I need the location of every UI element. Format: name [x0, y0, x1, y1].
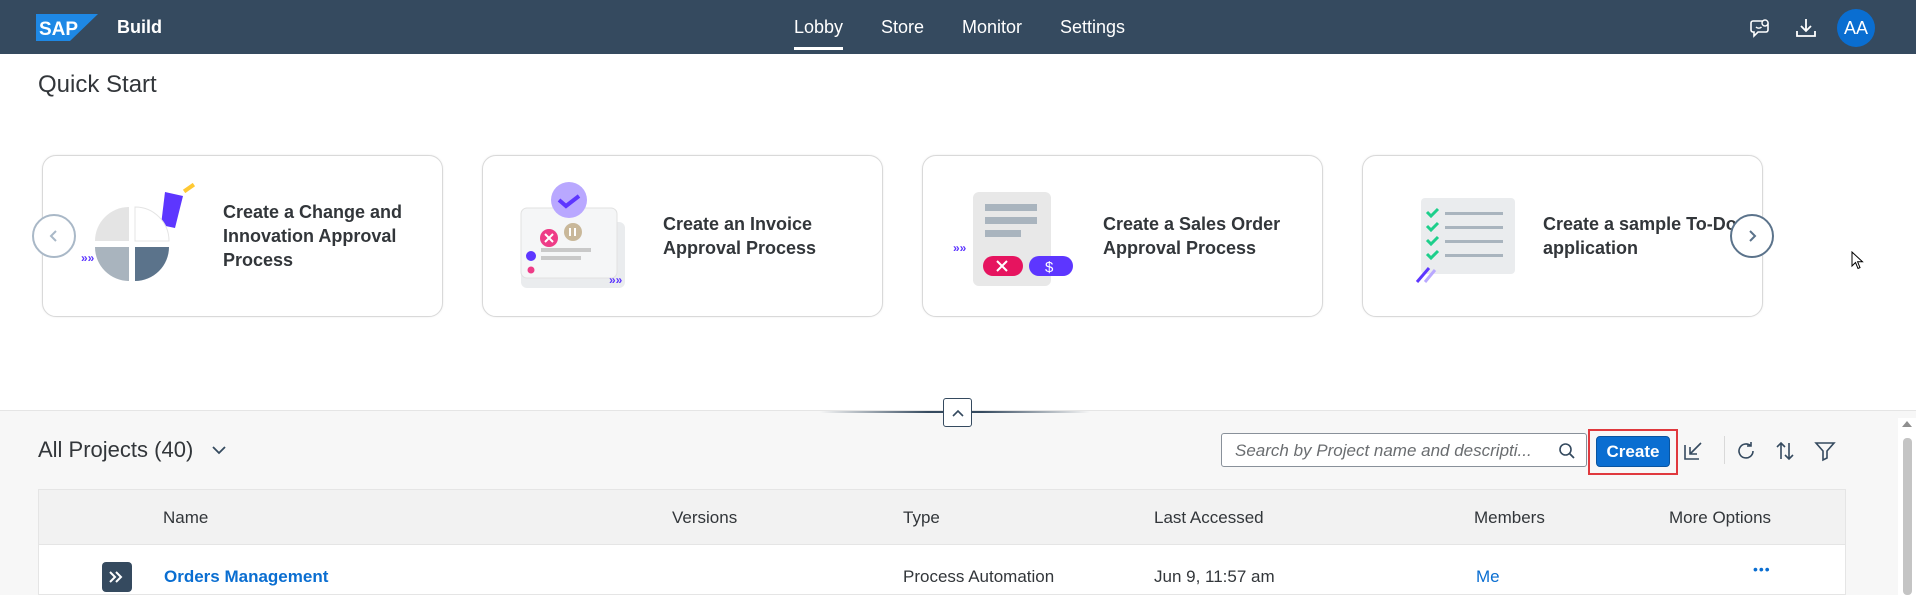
column-header-last-accessed[interactable]: Last Accessed [1154, 508, 1264, 528]
user-avatar[interactable]: AA [1837, 9, 1875, 47]
column-header-type[interactable]: Type [903, 508, 940, 528]
tab-monitor[interactable]: Monitor [962, 17, 1022, 38]
feedback-icon[interactable] [1749, 16, 1773, 40]
collapse-button[interactable] [943, 398, 972, 427]
create-button[interactable]: Create [1596, 436, 1670, 467]
chevron-left-icon [49, 230, 57, 242]
quick-start-card-invoice-approval[interactable]: »» Create an Invoice Approval Process [482, 155, 883, 317]
tab-settings[interactable]: Settings [1060, 17, 1125, 38]
svg-text:$: $ [1045, 259, 1054, 276]
product-name[interactable]: Build [117, 17, 162, 38]
table-header: Name Versions Type Last Accessed Members… [39, 490, 1845, 545]
download-icon[interactable] [1794, 16, 1818, 40]
svg-text:»»: »» [953, 241, 967, 255]
card-label: Create a sample To-Do application [1543, 214, 1737, 258]
project-name-link[interactable]: Orders Management [164, 567, 328, 587]
quick-start-card-todo-app[interactable]: Create a sample To-Do application [1362, 155, 1763, 317]
search-input[interactable] [1235, 441, 1545, 461]
svg-text:»»: »» [609, 273, 623, 287]
sap-logo[interactable]: SAP [36, 14, 98, 41]
quick-start-card-sales-order-approval[interactable]: $ »» Create a Sales Order Approval Proce… [922, 155, 1323, 317]
tab-lobby[interactable]: Lobby [794, 17, 844, 50]
scroll-up-arrow-icon[interactable] [1902, 421, 1912, 427]
svg-text:SAP: SAP [39, 19, 78, 40]
card-label: Create a Change and Innovation Approval … [223, 202, 403, 270]
sort-icon[interactable] [1773, 439, 1797, 463]
project-members-link[interactable]: Me [1476, 567, 1500, 587]
vertical-scrollbar[interactable] [1898, 418, 1916, 595]
scroll-thumb[interactable] [1903, 438, 1912, 595]
column-header-more-options: More Options [1669, 508, 1772, 527]
chevron-right-icon [1749, 230, 1757, 242]
refresh-icon[interactable] [1734, 439, 1758, 463]
filter-icon[interactable] [1813, 439, 1837, 463]
project-last-accessed: Jun 9, 11:57 am [1154, 567, 1275, 586]
carousel-next-button[interactable] [1730, 214, 1774, 258]
search-icon[interactable] [1558, 442, 1576, 460]
card-label: Create a Sales Order Approval Process [1103, 214, 1281, 258]
all-projects-dropdown[interactable]: All Projects (40) [38, 437, 227, 463]
quick-start-title: Quick Start [38, 71, 157, 98]
tab-store[interactable]: Store [881, 17, 924, 38]
todo-checklist-illustration [1415, 198, 1515, 283]
quick-start-card-change-approval[interactable]: »» Create a Change and Innovation Approv… [42, 155, 443, 317]
invoice-illustration: »» [520, 182, 625, 288]
toolbar-separator [1724, 436, 1725, 464]
chevron-down-icon [212, 446, 226, 455]
project-search-field[interactable] [1221, 433, 1587, 467]
mouse-cursor-icon [1851, 251, 1864, 270]
more-options-icon[interactable]: ••• [1753, 561, 1771, 577]
card-label: Create an Invoice Approval Process [663, 214, 817, 258]
shell-bar: SAP Build Lobby Store Monitor Settings A… [0, 0, 1916, 54]
all-projects-title: All Projects (40) [38, 437, 194, 462]
pie-chart-illustration: »» [81, 182, 196, 281]
projects-table: Name Versions Type Last Accessed Members… [38, 489, 1846, 595]
import-icon[interactable] [1681, 439, 1705, 463]
chevron-up-icon [951, 409, 964, 417]
carousel-prev-button[interactable] [32, 214, 76, 258]
column-header-versions[interactable]: Versions [672, 508, 737, 528]
svg-text:»»: »» [81, 251, 95, 265]
sales-order-illustration: $ »» [953, 192, 1073, 286]
column-header-name[interactable]: Name [163, 508, 208, 528]
column-header-members[interactable]: Members [1474, 508, 1545, 528]
project-type: Process Automation [903, 567, 1055, 586]
process-automation-icon [102, 562, 132, 592]
